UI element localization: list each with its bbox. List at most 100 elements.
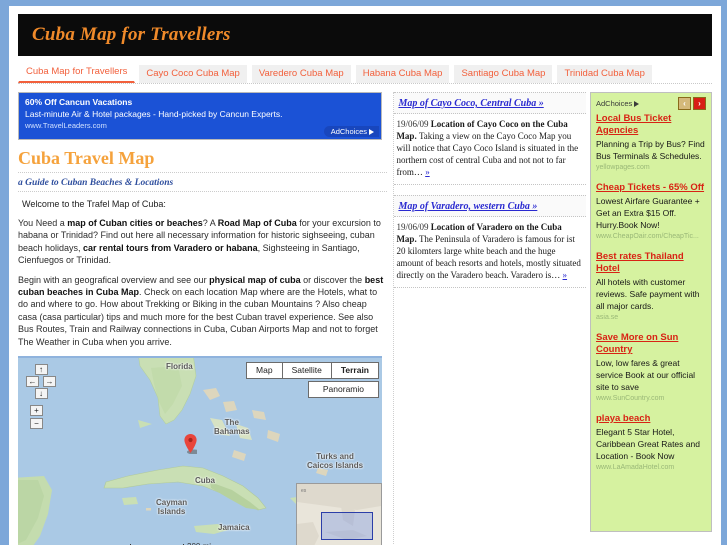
adchoices-triangle-icon (634, 100, 640, 107)
text-run: physical map of cuba (209, 274, 301, 285)
map-type-satellite-button[interactable]: Satellite (282, 362, 332, 380)
site-header: Cuba Map for Travellers (18, 14, 712, 56)
sidebar-ad-description: Lowest Airfare Guarantee + Get an Extra … (596, 196, 700, 230)
sidebar-ad-description: All hotels with customer reviews. Safe p… (596, 277, 700, 311)
text-run: car rental tours from Varadero or habana (83, 242, 258, 253)
site-title: Cuba Map for Travellers (32, 24, 231, 45)
sidebar-ad-item[interactable]: playa beach Elegant 5 Star Hotel, Caribbe… (596, 413, 706, 473)
sidebar-ad-title[interactable]: Cheap Tickets - 65% Off (596, 182, 706, 194)
banner-advertisement[interactable]: 60% Off Cancun Vacations Last-minute Air… (18, 92, 382, 140)
sidebar-ad-title[interactable]: Best rates Thailand Hotel (596, 251, 706, 275)
article-teaser-more-link[interactable]: » (563, 270, 568, 280)
teaser-spacer (394, 185, 586, 195)
map-pan-down-button[interactable]: ↓ (34, 388, 48, 400)
left-column: 60% Off Cancun Vacations Last-minute Air… (18, 92, 388, 545)
text-run: or discover the (300, 274, 365, 285)
adchoices-triangle-icon (369, 128, 374, 135)
nav-tab-2[interactable]: Varedero Cuba Map (250, 64, 352, 83)
article-paragraph-2: Begin with an geografical overview and s… (18, 274, 387, 348)
sidebar-ad-title[interactable]: Save More on Sun Country (596, 332, 706, 356)
minimap-label: es (301, 488, 307, 495)
map-label-turks-and-caicos-islands: Turks and Caicos Islands (307, 452, 364, 471)
banner-ad-description: Last-minute Air & Hotel packages - Hand-… (25, 109, 283, 119)
middle-column: Map of Cayo Coco, Central Cuba » 19/06/09… (393, 92, 586, 544)
banner-adchoices-button[interactable]: AdChoices (323, 126, 379, 137)
article-teaser-body: 19/06/09 Location of Varadero on the Cub… (394, 217, 586, 287)
banner-ad-title: 60% Off Cancun Vacations (25, 97, 133, 107)
map-type-controls[interactable]: Map Satellite Terrain Panoramio (246, 362, 379, 399)
sidebar-ad-header: AdChoices ‹ › (596, 97, 706, 110)
sidebar-ad-arrows[interactable]: ‹ › (678, 97, 706, 110)
text-run: You Need a (18, 218, 68, 228)
sidebar-ad-prev-button[interactable]: ‹ (678, 97, 691, 110)
map-zoom-controls[interactable]: + − (30, 405, 43, 430)
google-map[interactable]: ↑ ← → ↓ + − Map Satellite Terrain Panora… (18, 356, 382, 545)
nav-tab-1[interactable]: Cayo Coco Cuba Map (138, 64, 248, 83)
page-title: Cuba Travel Map (18, 148, 388, 173)
map-type-map-button[interactable]: Map (246, 362, 283, 380)
banner-ad-url: www.TravelLeaders.com (25, 121, 107, 130)
sidebar-ad-item[interactable]: Best rates Thailand Hotel All hotels with… (596, 251, 706, 323)
map-pan-up-button[interactable]: ↑ (34, 364, 48, 376)
page-subtitle: a Guide to Cuban Beaches & Locations (18, 175, 388, 192)
nav-tab-4[interactable]: Santiago Cuba Map (453, 64, 554, 83)
map-pan-controls[interactable]: ↑ ← → ↓ (26, 364, 56, 400)
article-teaser-date: 19/06/09 (396, 222, 431, 232)
map-label-cayman-islands: Cayman Islands (156, 498, 188, 517)
article-teaser-body: 19/06/09 Location of Cayo Coco on the Cu… (394, 114, 586, 184)
map-pan-right-button[interactable]: → (43, 376, 56, 388)
text-run: Road Map of Cuba (217, 218, 297, 228)
sidebar-adchoices-label: AdChoices (596, 99, 633, 108)
sidebar-ad-item[interactable]: Save More on Sun Country Low, low fares &… (596, 332, 706, 404)
map-zoom-out-button[interactable]: − (30, 418, 43, 430)
sidebar-ad-next-button[interactable]: › (693, 97, 706, 110)
map-minimap[interactable]: es (296, 483, 382, 545)
nav-tab-5[interactable]: Trinidad Cuba Map (556, 64, 653, 83)
sidebar-ad-block: AdChoices ‹ › Local Bus Ticket Agencies P… (590, 92, 712, 532)
article-teaser: Map of Varadero, western Cuba » 19/06/09 … (394, 195, 586, 288)
sidebar-ad-description: Low, low fares & great service Book at o… (596, 358, 696, 392)
text-run: map of Cuban cities or beaches (67, 218, 203, 228)
map-type-terrain-button[interactable]: Terrain (331, 362, 379, 380)
sidebar-ad-item[interactable]: Local Bus Ticket Agencies Planning a Trip… (596, 113, 706, 173)
article-teaser-date: 19/06/09 (396, 119, 431, 129)
sidebar-ad-url: www.LaAmadaHotel.com (596, 464, 675, 471)
sidebar-ad-url: asia.se (596, 314, 619, 321)
article-teaser-text: The Peninsula of Varadero is famous for … (396, 234, 581, 280)
map-panoramio-button[interactable]: Panoramio (307, 381, 379, 399)
sidebar-ad-list: Local Bus Ticket Agencies Planning a Trip… (596, 113, 706, 473)
map-label-florida: Florida (166, 362, 193, 372)
map-label-the-bahamas: The Bahamas (214, 418, 250, 437)
sidebar-ad-title[interactable]: Local Bus Ticket Agencies (596, 113, 706, 137)
article-teaser-text: Taking a view on the Cayo Coco Map you w… (396, 131, 579, 177)
article-teaser-more-link[interactable]: » (425, 167, 430, 177)
map-zoom-in-button[interactable]: + (30, 405, 43, 417)
article-teaser: Map of Cayo Coco, Central Cuba » 19/06/09… (394, 92, 586, 185)
text-run: ? A (202, 218, 218, 228)
sidebar-ad-url: www.CheapOair.com/CheapTic... (596, 233, 699, 240)
article-paragraph-1: You Need a map of Cuban cities or beache… (18, 217, 387, 267)
sidebar-adchoices-button[interactable]: AdChoices (596, 99, 640, 108)
content-columns: 60% Off Cancun Vacations Last-minute Air… (18, 92, 712, 545)
banner-adchoices-label: AdChoices (330, 127, 367, 136)
sidebar-ad-description: Planning a Trip by Bus? Find Bus Termina… (596, 139, 705, 161)
map-pan-left-button[interactable]: ← (26, 376, 39, 388)
sidebar-ad-item[interactable]: Cheap Tickets - 65% Off Lowest Airfare Gu… (596, 182, 706, 242)
map-label-jamaica: Jamaica (218, 523, 250, 533)
text-run: Begin with an geografical overview and s… (18, 274, 210, 285)
sidebar-ad-title[interactable]: playa beach (596, 413, 706, 425)
nav-tab-3[interactable]: Habana Cuba Map (354, 64, 451, 83)
sidebar-ad-url: yellowpages.com (596, 164, 650, 171)
minimap-viewport-rectangle[interactable] (321, 512, 373, 541)
main-navigation-tabs: Cuba Map for Travellers Cayo Coco Cuba Ma… (18, 62, 712, 84)
map-type-row[interactable]: Map Satellite Terrain (246, 362, 379, 380)
welcome-text: Welcome to the Trafel Map of Cuba: (22, 199, 166, 209)
sidebar-ad-url: www.SunCountry.com (596, 395, 665, 402)
right-column: AdChoices ‹ › Local Bus Ticket Agencies P… (590, 92, 712, 544)
nav-tab-0[interactable]: Cuba Map for Travellers (18, 62, 136, 83)
browser-page: Cuba Map for Travellers Cuba Map for Tra… (0, 0, 727, 545)
article-teaser-link[interactable]: Map of Varadero, western Cuba » (394, 195, 586, 217)
site-shell: Cuba Map for Travellers Cuba Map for Tra… (9, 6, 721, 545)
article-teaser-link[interactable]: Map of Cayo Coco, Central Cuba » (394, 92, 586, 114)
map-location-marker-icon[interactable] (184, 434, 197, 455)
